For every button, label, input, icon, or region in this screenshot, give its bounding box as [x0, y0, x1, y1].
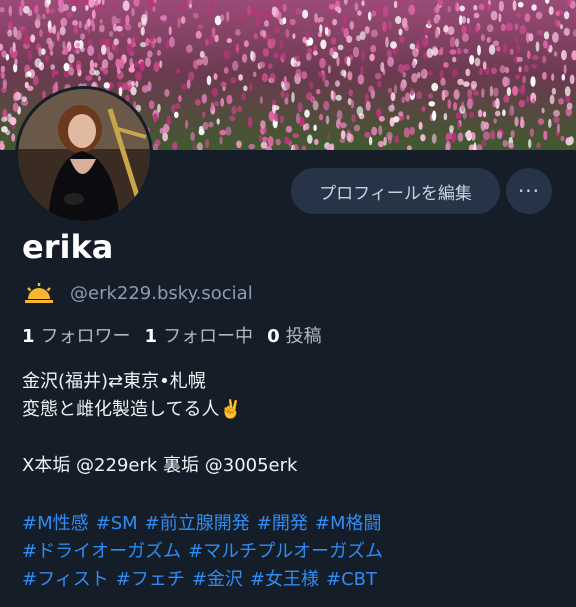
bio-line: 金沢(福井)⇄東京•札幌: [22, 371, 206, 392]
handle-row: @erk229.bsky.social: [24, 282, 253, 304]
profile-stats: 1 フォロワー 1 フォロー中 0 投稿: [22, 322, 336, 348]
bio: 金沢(福井)⇄東京•札幌 変態と雌化製造してる人✌️ X本垢 @229erk 裏…: [22, 368, 562, 480]
edit-profile-button[interactable]: プロフィールを編集: [291, 168, 500, 214]
posts-stat: 0 投稿: [267, 322, 322, 348]
handle[interactable]: @erk229.bsky.social: [70, 283, 253, 304]
bio-line: X本垢 @229erk 裏垢 @3005erk: [22, 455, 298, 476]
sunrise-icon: [25, 283, 53, 303]
hashtag-link[interactable]: #マルチプルオーガズム: [188, 541, 383, 562]
followers-stat[interactable]: 1 フォロワー: [22, 322, 131, 348]
hashtag-link[interactable]: #CBT: [326, 569, 377, 590]
hashtag-link[interactable]: #ドライオーガズム: [22, 541, 181, 562]
avatar[interactable]: [15, 86, 153, 224]
hashtag-link[interactable]: #女王様: [250, 569, 319, 590]
following-stat[interactable]: 1 フォロー中: [145, 322, 254, 348]
hashtag-line: #フィスト #フェチ #金沢 #女王様 #CBT: [22, 566, 562, 594]
hashtag-line: #ドライオーガズム #マルチプルオーガズム: [22, 538, 562, 566]
followers-count: 1: [22, 326, 35, 347]
display-name: erika: [22, 228, 114, 266]
hashtag-line: #M性感 #SM #前立腺開発 #開発 #M格闘: [22, 510, 562, 538]
posts-count: 0: [267, 326, 280, 347]
posts-label: 投稿: [285, 326, 322, 347]
hashtag-link[interactable]: #フェチ: [116, 569, 185, 590]
hashtag-link[interactable]: #開発: [257, 513, 308, 534]
bio-line: 変態と雌化製造してる人✌️: [22, 399, 242, 420]
hashtag-link[interactable]: #SM: [96, 513, 138, 534]
hashtag-link[interactable]: #M性感: [22, 513, 89, 534]
bio-line: [22, 424, 562, 452]
followers-label: フォロワー: [40, 326, 131, 347]
following-count: 1: [144, 326, 158, 347]
hashtag-link[interactable]: #金沢: [192, 569, 243, 590]
hashtag-link[interactable]: #M格闘: [315, 513, 382, 534]
hashtag-list: #M性感 #SM #前立腺開発 #開発 #M格闘 #ドライオーガズム #マルチプルオーガズ…: [22, 510, 562, 594]
hashtag-link[interactable]: #フィスト: [22, 569, 109, 590]
more-options-button[interactable]: ···: [506, 168, 552, 214]
hashtag-link[interactable]: #前立腺開発: [145, 513, 250, 534]
following-label: フォロー中: [163, 326, 254, 347]
more-icon: ···: [517, 179, 541, 203]
